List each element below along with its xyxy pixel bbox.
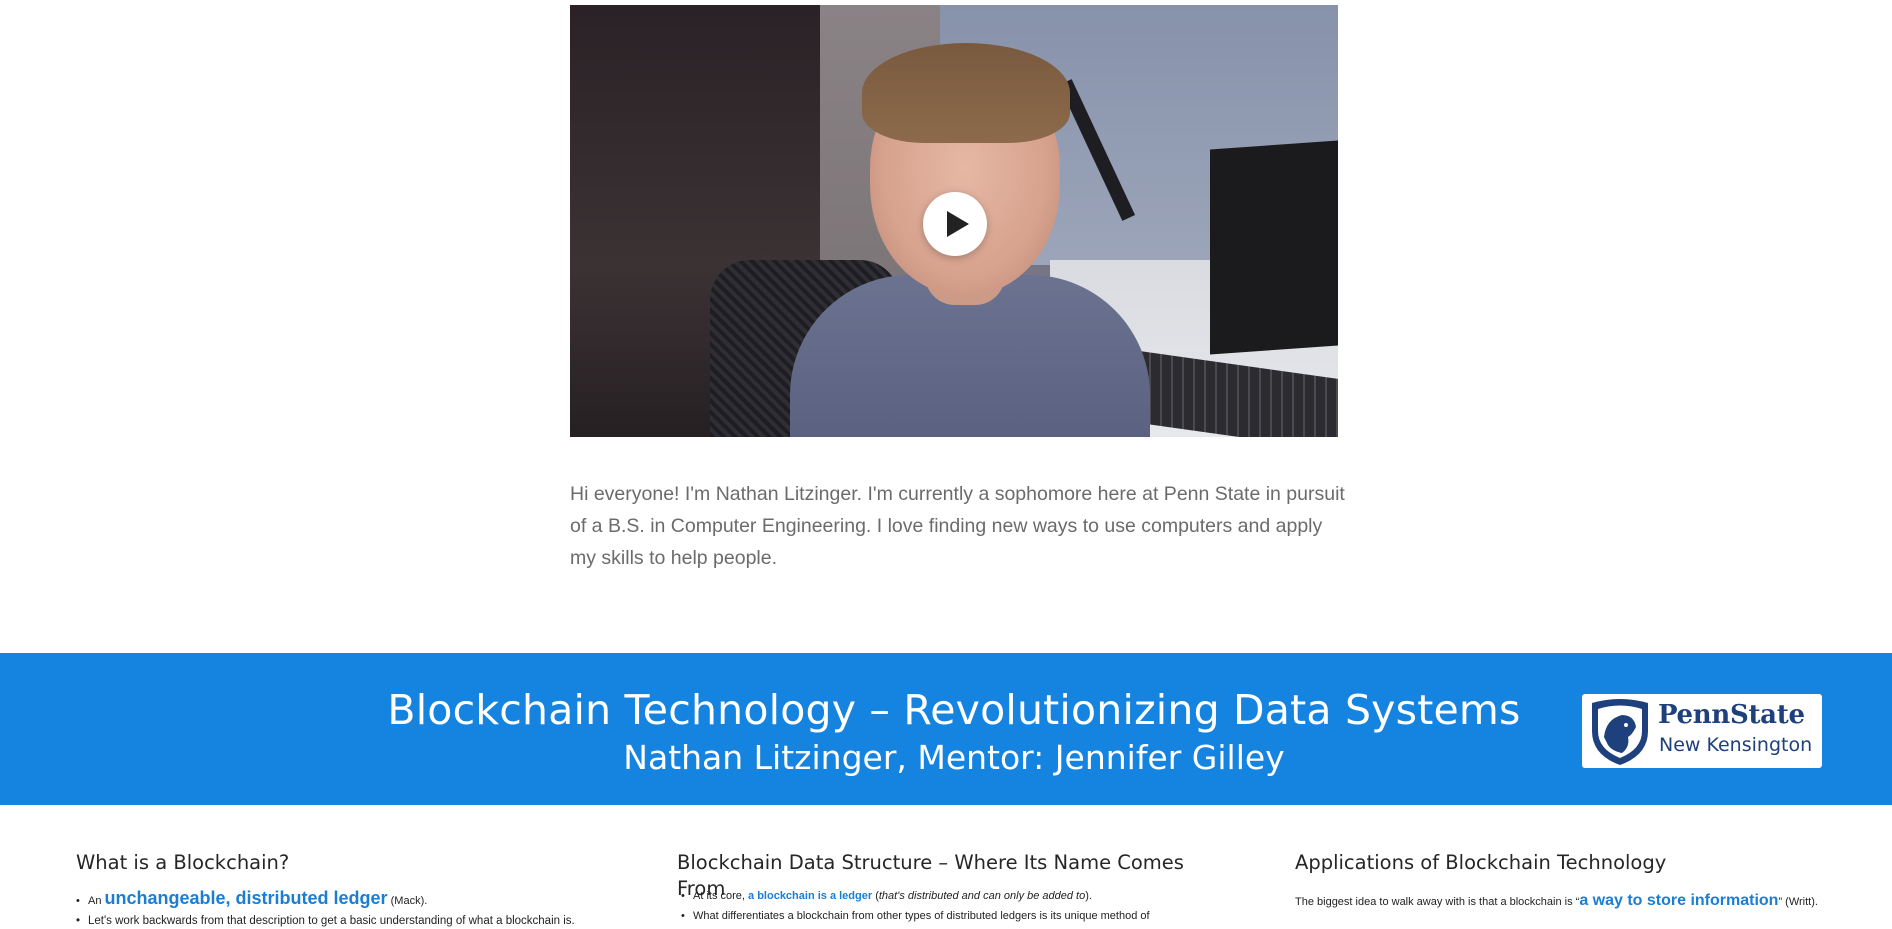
paragraph: The biggest idea to walk away with is th… [1295, 892, 1818, 910]
video-frame-monitor [1210, 140, 1338, 355]
text-segment: ” (Writt). [1778, 896, 1818, 908]
column-heading: What is a Blockchain? [76, 851, 290, 874]
bio-text: Hi everyone! I'm Nathan Litzinger. I'm c… [570, 483, 1345, 569]
pennstate-logo: PennState New Kensington [1582, 694, 1822, 768]
text-segment: ). [1085, 890, 1092, 902]
logo-wordmark: PennState [1658, 700, 1805, 730]
list-item: • What differentiates a blockchain from o… [681, 910, 1150, 922]
video-frame-hair [862, 43, 1070, 143]
text-segment: (Mack). [387, 895, 428, 907]
play-icon [946, 211, 969, 237]
poster-column-what-is: What is a Blockchain? • An unchangeable, … [76, 850, 636, 927]
bullet-icon: • [681, 910, 685, 922]
play-button[interactable] [923, 192, 987, 256]
poster-banner: Blockchain Technology – Revolutionizing … [0, 653, 1892, 805]
list-item: • An unchangeable, distributed ledger (Ma… [76, 888, 427, 909]
bullet-icon: • [76, 895, 80, 907]
poster-column-applications: Applications of Blockchain Technology Th… [1295, 850, 1855, 909]
video-player[interactable] [570, 5, 1338, 437]
list-item: • Let's work backwards from that descript… [76, 915, 575, 927]
list-item: • At its core, a blockchain is a ledger (… [681, 890, 1092, 902]
highlight-text: a blockchain is a ledger [748, 890, 873, 902]
logo-campus: New Kensington [1659, 734, 1813, 756]
bullet-icon: • [681, 890, 685, 902]
text-segment: ( [872, 890, 879, 902]
text-segment: An [88, 895, 105, 907]
bullet-icon: • [76, 915, 81, 927]
text-segment: Let's work backwards from that descripti… [88, 915, 575, 927]
italic-text: that's distributed and can only be added… [878, 890, 1086, 902]
poster-column-data-structure: Blockchain Data Structure – Where Its Na… [677, 850, 1237, 922]
text-segment: What differentiates a blockchain from ot… [693, 910, 1150, 922]
highlight-text: unchangeable, distributed ledger [104, 888, 388, 908]
highlight-text: a way to store information [1579, 892, 1779, 909]
text-segment: The biggest idea to walk away with is th… [1295, 896, 1580, 908]
text-segment: At its core, [693, 890, 749, 902]
column-heading: Applications of Blockchain Technology [1295, 851, 1667, 874]
nittany-lion-shield-icon [1592, 699, 1648, 765]
